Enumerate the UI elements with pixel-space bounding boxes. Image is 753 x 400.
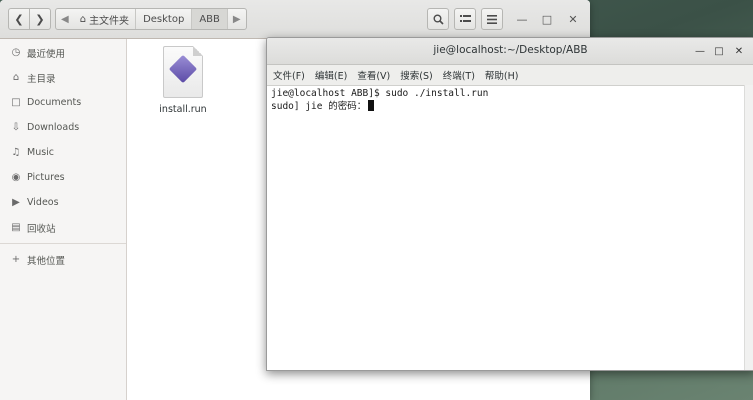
sidebar-item-recent[interactable]: ◷ 最近使用 [0, 40, 126, 65]
terminal-line-text: sudo] jie 的密码： [271, 101, 367, 112]
sidebar-item-label: Downloads [27, 122, 80, 133]
breadcrumb-abb[interactable]: ABB [192, 9, 228, 29]
sidebar-item-label: Videos [27, 197, 59, 208]
sidebar-item-documents[interactable]: □ Documents [0, 90, 126, 115]
maximize-icon: □ [714, 45, 724, 57]
hamburger-icon [487, 14, 497, 24]
breadcrumb-home-label: 主文件夹 [89, 15, 130, 27]
terminal-close-button[interactable]: ✕ [730, 42, 748, 60]
clock-icon: ◷ [11, 47, 21, 58]
list-view-icon [459, 15, 471, 22]
sidebar-item-label: Pictures [27, 172, 65, 183]
terminal-menubar: 文件(F) 编辑(E) 查看(V) 搜索(S) 终端(T) 帮助(H) [267, 65, 753, 86]
search-button[interactable] [427, 8, 449, 30]
menu-terminal[interactable]: 终端(T) [443, 68, 475, 82]
file-item[interactable]: install.run [155, 46, 211, 115]
terminal-title: jie@localhost:~/Desktop/ABB [433, 44, 588, 56]
sidebar-item-label: 其他位置 [27, 255, 66, 267]
sidebar-item-label: 最近使用 [27, 48, 66, 60]
sidebar-divider [0, 243, 126, 244]
trash-icon: ▤ [11, 222, 21, 233]
breadcrumb-desktop[interactable]: Desktop [136, 9, 193, 29]
text-cursor [368, 100, 375, 111]
back-button[interactable]: ❮ [8, 8, 30, 30]
breadcrumb: ◀ ⌂ 主文件夹 Desktop ABB ▶ [55, 8, 247, 30]
close-icon: ✕ [734, 45, 744, 57]
plus-icon: + [11, 254, 21, 265]
terminal-scrollbar[interactable] [744, 85, 753, 370]
sidebar-item-trash[interactable]: ▤ 回收站 [0, 215, 126, 240]
close-button[interactable]: ✕ [563, 9, 583, 29]
sidebar-item-label: 主目录 [27, 73, 56, 85]
breadcrumb-right-arrow[interactable]: ▶ [228, 9, 246, 29]
breadcrumb-left-arrow[interactable]: ◀ [56, 9, 74, 29]
run-file-icon [163, 46, 203, 98]
sidebar-item-label: Music [27, 147, 55, 158]
video-icon: ▶ [12, 197, 20, 208]
menu-view[interactable]: 查看(V) [357, 68, 390, 82]
chevron-right-icon: ❯ [35, 12, 45, 26]
document-icon: □ [11, 97, 21, 108]
maximize-icon: □ [541, 12, 553, 26]
sidebar-item-other-locations[interactable]: + 其他位置 [0, 247, 126, 272]
maximize-button[interactable]: □ [537, 9, 557, 29]
sidebar-item-downloads[interactable]: ⇩ Downloads [0, 115, 126, 140]
terminal-screen[interactable]: jie@localhost ABB]$ sudo ./install.run s… [267, 85, 744, 370]
minimize-button[interactable]: — [512, 9, 532, 29]
chevron-left-icon: ❮ [14, 12, 24, 26]
sidebar: ◷ 最近使用 ⌂ 主目录 □ Documents ⇩ Downloads ♫ M… [0, 39, 127, 400]
music-icon: ♫ [11, 147, 21, 158]
terminal-minimize-button[interactable]: — [691, 42, 709, 60]
close-icon: ✕ [568, 12, 578, 26]
sidebar-item-label: Documents [27, 97, 82, 108]
terminal-line: sudo] jie 的密码： [271, 100, 740, 113]
menu-button[interactable] [481, 8, 503, 30]
minimize-icon: — [516, 12, 528, 26]
terminal-titlebar[interactable]: jie@localhost:~/Desktop/ABB — □ ✕ [267, 38, 753, 65]
terminal-window: jie@localhost:~/Desktop/ABB — □ ✕ 文件(F) … [266, 37, 753, 371]
terminal-line: jie@localhost ABB]$ sudo ./install.run [271, 87, 740, 100]
menu-file[interactable]: 文件(F) [273, 68, 305, 82]
download-icon: ⇩ [11, 122, 21, 133]
view-options-button[interactable] [454, 8, 476, 30]
camera-icon: ◉ [11, 172, 21, 183]
terminal-maximize-button[interactable]: □ [710, 42, 728, 60]
file-manager-header: ❮ ❯ ◀ ⌂ 主文件夹 Desktop ABB ▶ — □ ✕ [0, 0, 590, 39]
sidebar-item-music[interactable]: ♫ Music [0, 140, 126, 165]
forward-button[interactable]: ❯ [29, 8, 51, 30]
minimize-icon: — [695, 45, 705, 57]
search-icon [433, 14, 444, 25]
home-icon: ⌂ [79, 13, 87, 25]
menu-edit[interactable]: 编辑(E) [315, 68, 347, 82]
menu-search[interactable]: 搜索(S) [400, 68, 432, 82]
menu-help[interactable]: 帮助(H) [485, 68, 519, 82]
home-icon: ⌂ [12, 72, 20, 83]
sidebar-item-videos[interactable]: ▶ Videos [0, 190, 126, 215]
file-name: install.run [159, 104, 207, 115]
sidebar-item-home[interactable]: ⌂ 主目录 [0, 65, 126, 90]
breadcrumb-home[interactable]: ⌂ 主文件夹 [74, 9, 137, 29]
terminal-line-text: jie@localhost ABB]$ sudo ./install.run [271, 88, 489, 99]
sidebar-item-label: 回收站 [27, 223, 56, 235]
sidebar-item-pictures[interactable]: ◉ Pictures [0, 165, 126, 190]
